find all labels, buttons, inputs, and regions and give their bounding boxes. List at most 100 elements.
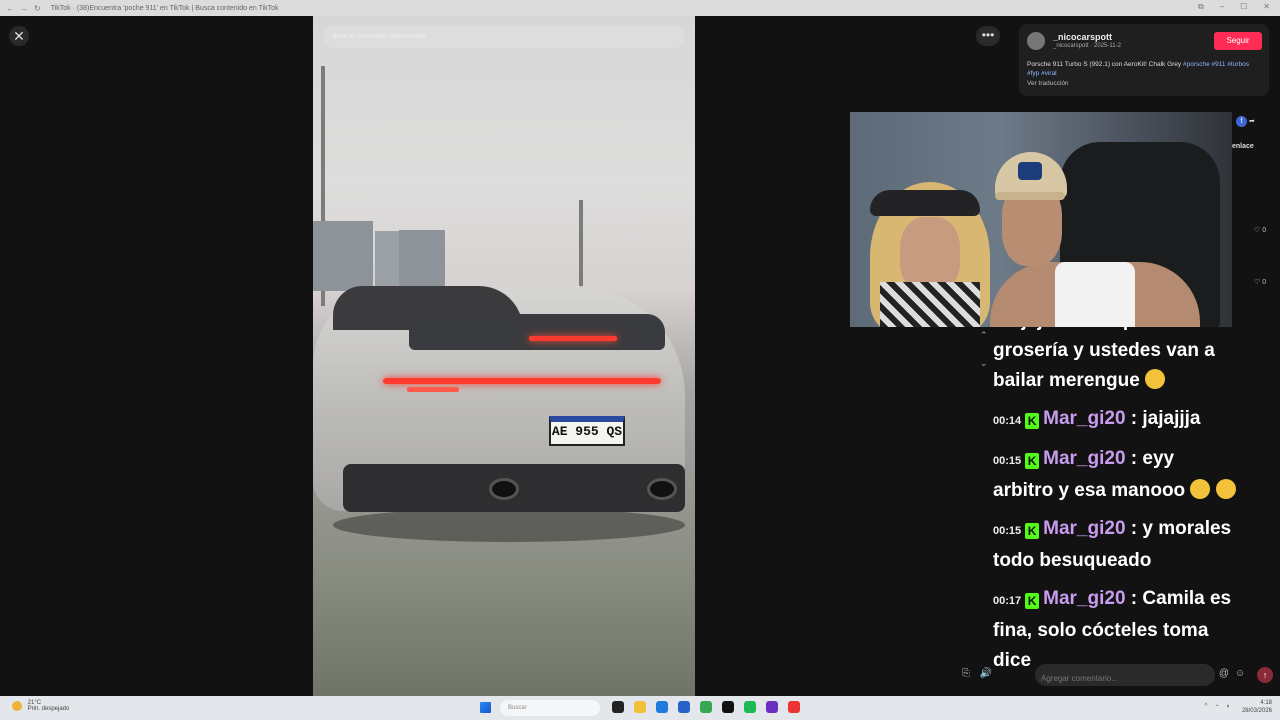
car-spoiler — [409, 314, 665, 350]
taskbar-app-icon[interactable] — [612, 701, 624, 713]
author-card: _nicocarspott _nicocarspott · 2025-11-2 … — [1019, 24, 1269, 96]
volume-icon[interactable]: ◖ — [1226, 703, 1230, 710]
forward-icon[interactable]: → — [20, 4, 28, 13]
taskbar-app-icon[interactable] — [788, 701, 800, 713]
share-arrow-icon[interactable]: ➦ — [1249, 118, 1255, 125]
emoji-icon[interactable]: ☺ — [1233, 668, 1247, 682]
windows-taskbar: 21°C Prin. despejado Buscar ^ ◔ ◖ 4:18 2… — [0, 696, 1280, 720]
taskbar-app-icon[interactable] — [744, 701, 756, 713]
more-icon: ••• — [981, 28, 995, 42]
share-row: f ➦ — [1236, 116, 1255, 127]
tank-top — [1055, 262, 1135, 327]
streamer-webcam-overlay — [850, 112, 1232, 327]
chat-time: 00:14 — [993, 415, 1022, 427]
license-plate: AE 955 QS — [549, 416, 625, 446]
avatar[interactable] — [1027, 32, 1045, 50]
back-icon[interactable]: ← — [6, 4, 14, 13]
laughing-emoji-icon — [1215, 479, 1236, 499]
video-search-bar[interactable]: Buscar contenido relacionado — [323, 26, 685, 48]
chat-text: grosería y ustedes van a bailar merengue — [993, 340, 1215, 391]
chat-time: 00:15 — [993, 525, 1022, 537]
browser-nav: ← → ↻ — [0, 4, 41, 13]
comment-like-count[interactable]: ♡ 0 — [1254, 226, 1266, 234]
minimize-icon[interactable]: – — [1220, 2, 1224, 12]
chat-scroll-controls: ⌃ ⌄ — [980, 321, 988, 377]
laughing-emoji-icon — [1190, 479, 1211, 499]
laughing-emoji-icon — [1145, 369, 1166, 389]
tiktok-page: ✕ Buscar contenido relacionado AE 955 QS… — [0, 16, 1280, 696]
cap-logo — [1018, 162, 1042, 180]
car-shadow — [333, 508, 685, 542]
cap-brim — [995, 192, 1065, 200]
chevron-down-icon[interactable]: ⌄ — [980, 349, 988, 377]
reload-icon[interactable]: ↻ — [34, 4, 41, 13]
maximize-icon[interactable]: ☐ — [1240, 2, 1247, 12]
taskbar-app-icon[interactable] — [656, 701, 668, 713]
mention-icon[interactable]: @ — [1217, 668, 1231, 682]
taskbar-app-icon[interactable] — [634, 701, 646, 713]
weather-icon — [12, 701, 22, 711]
start-button[interactable] — [480, 702, 491, 713]
chat-text: : jajajjja — [1130, 408, 1201, 429]
chat-message: 00:14 K Mar_gi20 : jajajjja — [993, 404, 1238, 436]
follow-button[interactable]: Seguir — [1214, 32, 1262, 50]
copy-link-button[interactable]: enlace — [1232, 143, 1254, 150]
chat-username: Mar_gi20 — [1043, 518, 1126, 539]
post-comment-button[interactable]: ↑ — [1257, 667, 1273, 683]
chat-message: 00:15 K Mar_gi20 : eyy arbitro y esa manoo… — [993, 444, 1238, 506]
browser-titlebar: ← → ↻ TikTok · (38)Encuentra 'poche 911'… — [0, 0, 1280, 16]
chat-message: 00:17 K Mar_gi20 : Camila es fina, solo có… — [993, 584, 1238, 676]
chat-username: Mar_gi20 — [1043, 588, 1126, 609]
taskbar-app-icon[interactable] — [678, 701, 690, 713]
taskbar-search[interactable]: Buscar — [500, 700, 600, 716]
close-icon[interactable]: ✕ — [1263, 2, 1270, 12]
kick-badge-icon: K — [1025, 523, 1040, 539]
author-username[interactable]: _nicocarspott — [1053, 32, 1112, 42]
taskbar-apps — [612, 701, 800, 713]
street-lamp — [579, 200, 583, 300]
weather-text: 21°C Prin. despejado — [28, 700, 70, 712]
chat-username: Mar_gi20 — [1043, 448, 1126, 469]
taskbar-app-icon[interactable] — [722, 701, 734, 713]
chat-time: 00:17 — [993, 595, 1022, 607]
weather-desc: Prin. despejado — [27, 706, 70, 712]
translate-link[interactable]: Ver traducción — [1027, 80, 1069, 87]
weather-widget[interactable]: 21°C Prin. despejado — [12, 700, 69, 712]
chat-username: Mar_gi20 — [1043, 408, 1126, 429]
comment-like-count[interactable]: ♡ 0 — [1254, 278, 1266, 286]
close-icon: ✕ — [13, 27, 25, 44]
tail-light-bar — [383, 378, 661, 384]
taskbar-app-icon[interactable] — [700, 701, 712, 713]
copy-icon[interactable]: ⎘ — [959, 668, 973, 682]
chat-time: 00:15 — [993, 455, 1022, 467]
facebook-icon[interactable]: f — [1236, 116, 1247, 127]
headband — [870, 190, 980, 216]
scarf — [880, 282, 980, 327]
spoiler-light — [529, 336, 617, 341]
network-icon[interactable]: ◔ — [1215, 703, 1219, 710]
exhaust-left — [489, 478, 519, 500]
tab-title[interactable]: TikTok · (38)Encuentra 'poche 911' en Ti… — [51, 5, 279, 12]
taskbar-app-icon[interactable] — [766, 701, 778, 713]
comment-bar: ⎘ 🔊 @ ☺ ↑ — [955, 664, 1275, 688]
clock-date: 28/03/2026 — [1241, 708, 1272, 714]
extensions-icon[interactable]: ⧉ — [1198, 2, 1204, 12]
chevron-up-icon[interactable]: ^ — [1204, 703, 1207, 710]
author-subline: _nicocarspott · 2025-11-2 — [1053, 43, 1121, 49]
video-description: Porsche 911 Turbo S (992.1) con AeroKit!… — [1027, 60, 1263, 78]
kick-badge-icon: K — [1025, 453, 1040, 469]
chat-overlay: no jaja eso es para grosería y ustedes v… — [993, 306, 1238, 686]
clock[interactable]: 4:18 28/03/2026 — [1242, 699, 1272, 715]
window-buttons: ⧉ – ☐ ✕ — [1198, 2, 1270, 12]
comment-input[interactable] — [1035, 664, 1215, 686]
more-options-button[interactable]: ••• — [976, 26, 1000, 46]
video-player[interactable]: Buscar contenido relacionado AE 955 QS — [313, 16, 695, 696]
description-text: Porsche 911 Turbo S (992.1) con AeroKit!… — [1027, 61, 1182, 68]
volume-icon[interactable]: 🔊 — [979, 668, 993, 682]
building — [313, 221, 373, 291]
close-video-button[interactable]: ✕ — [9, 26, 29, 46]
clock-time: 4:18 — [1260, 700, 1272, 706]
chat-message: 00:15 K Mar_gi20 : y morales todo besuquea… — [993, 514, 1238, 576]
building — [399, 230, 445, 292]
tail-light — [407, 387, 459, 392]
